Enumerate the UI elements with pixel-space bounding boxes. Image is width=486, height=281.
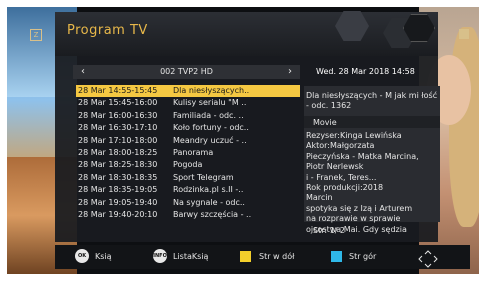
program-time: 28 Mar 15:45-16:00	[78, 98, 158, 108]
detail-line: i - Franek, Teres...	[306, 172, 377, 182]
program-row[interactable]: 28 Mar 19:40-20:10 Barwy szczęścia - ..	[76, 209, 300, 221]
program-row[interactable]: 28 Mar 14:55-15:45 Dla niesłyszących..	[76, 85, 300, 98]
detail-line: Rok produkcji:2018	[306, 183, 384, 193]
info-help-label: ListaKsią	[173, 252, 209, 261]
navigation-arrows-icon	[418, 250, 438, 268]
detail-line: Marcin	[306, 193, 333, 203]
info-button-icon: INFO	[153, 249, 167, 263]
detail-line: Rezyser:Kinga Lewińska	[306, 131, 402, 140]
program-time: 28 Mar 19:05-19:40	[78, 197, 158, 207]
program-time: 28 Mar 18:30-18:35	[78, 172, 158, 182]
program-time: 28 Mar 14:55-15:45	[78, 86, 158, 95]
yellow-key-label: Str w dół	[259, 252, 295, 261]
yellow-key-icon	[240, 251, 251, 262]
program-list: 28 Mar 14:55-15:45 Dla niesłyszących.. 28 …	[76, 85, 300, 221]
program-time: 28 Mar 18:25-18:30	[78, 160, 158, 170]
page-indicator: Str: 1/ 2	[313, 226, 346, 235]
page-title: Program TV	[67, 23, 148, 38]
program-row[interactable]: 28 Mar 16:00-16:30 Familiada - odc. ..	[76, 110, 300, 122]
corner-marker-icon: Z	[30, 29, 42, 41]
program-details: Rezyser:Kinga Lewińska Aktor:Małgorzata Pi…	[306, 131, 440, 235]
program-description: Dla niesłyszących - M jak mi łość - odc.…	[306, 91, 438, 110]
program-row[interactable]: 28 Mar 18:25-18:30 Pogoda	[76, 159, 300, 171]
program-title: Barwy szczęścia - ..	[173, 209, 252, 219]
blue-key-label: Str gór	[349, 252, 377, 261]
program-time: 28 Mar 19:40-20:10	[78, 209, 158, 219]
program-row[interactable]: 28 Mar 15:45-16:00 Kulisy serialu "M ..	[76, 97, 300, 109]
program-title: Rodzinka.pl s.II -..	[173, 185, 244, 195]
program-row[interactable]: 28 Mar 19:05-19:40 Na sygnale - odc..	[76, 197, 300, 209]
channel-selector[interactable]: ‹ 002 TVP2 HD ›	[73, 65, 300, 79]
program-title: Pogoda	[173, 160, 203, 170]
program-title: Koło fortuny - odc..	[173, 123, 249, 133]
corner-marker-right-icon	[459, 29, 469, 39]
program-time: 28 Mar 18:00-18:25	[78, 147, 158, 157]
program-title: Kulisy serialu "M ..	[173, 98, 247, 108]
detail-line: spotyka się z Izą i Arturem	[306, 203, 413, 213]
program-time: 28 Mar 18:35-19:05	[78, 185, 158, 195]
program-title: Familiada - odc. ..	[173, 110, 244, 120]
program-time: 28 Mar 16:00-16:30	[78, 110, 158, 120]
program-time: 28 Mar 16:30-17:10	[78, 123, 158, 133]
current-datetime: Wed. 28 Mar 2018 14:58	[316, 67, 415, 76]
channel-name: 002 TVP2 HD	[160, 67, 213, 76]
program-title: Na sygnale - odc..	[173, 197, 245, 207]
program-title: Sport Telegram	[173, 172, 234, 182]
program-row[interactable]: 28 Mar 16:30-17:10 Koło fortuny - odc..	[76, 122, 300, 134]
program-row[interactable]: 28 Mar 17:10-18:00 Meandry uczuć - ..	[76, 135, 300, 147]
ok-help-label: Ksią	[95, 252, 112, 261]
detail-line: Pieczyńska - Matka Marcina,	[306, 151, 419, 161]
program-row[interactable]: 28 Mar 18:35-19:05 Rodzinka.pl s.II -..	[76, 184, 300, 196]
program-row[interactable]: 28 Mar 18:30-18:35 Sport Telegram	[76, 172, 300, 184]
chevron-right-icon[interactable]: ›	[282, 65, 298, 79]
detail-line: Aktor:Małgorzata	[306, 141, 375, 151]
program-row[interactable]: 28 Mar 18:00-18:25 Panorama	[76, 147, 300, 159]
detail-line: na rozprawie w sprawie	[306, 214, 401, 224]
program-time: 28 Mar 17:10-18:00	[78, 135, 158, 145]
detail-line: Piotr Nerlewsk	[306, 162, 364, 172]
program-title: Panorama	[173, 147, 214, 157]
blue-key-icon	[331, 251, 342, 262]
program-genre: Movie	[313, 118, 337, 127]
program-title: Meandry uczuć - ..	[173, 135, 247, 145]
program-title: Dla niesłyszących..	[173, 86, 250, 95]
ok-button-icon: OK	[75, 249, 89, 263]
